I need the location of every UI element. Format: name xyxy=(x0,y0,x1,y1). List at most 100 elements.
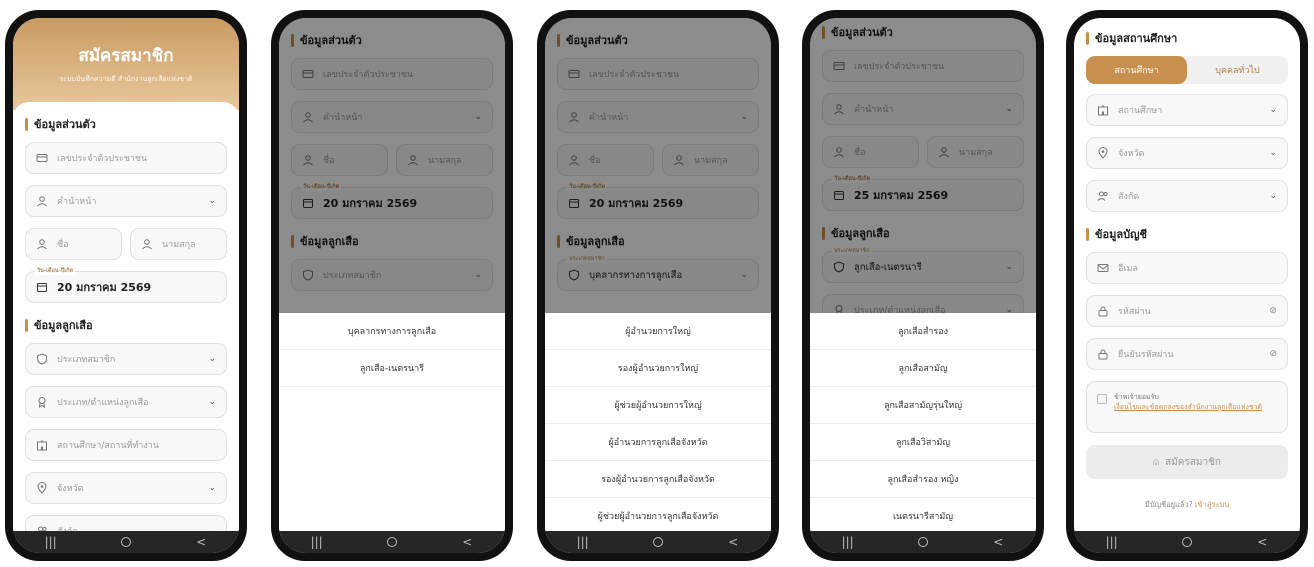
login-link[interactable]: เข้าสู่ระบบ xyxy=(1195,500,1229,509)
android-nav-bar: ||| < xyxy=(279,531,505,553)
back-button[interactable]: < xyxy=(447,535,487,549)
eye-off-icon[interactable]: ⊘ xyxy=(1269,306,1277,316)
option-item[interactable]: ลูกเสือสามัญรุ่นใหญ่ xyxy=(810,387,1036,424)
home-button[interactable] xyxy=(903,537,943,547)
shield-icon xyxy=(36,353,48,365)
recents-button[interactable]: ||| xyxy=(1092,535,1132,549)
option-item[interactable]: ผู้ช่วยผู้อำนวยการใหญ่ xyxy=(545,387,771,424)
option-item[interactable]: ลูกเสือสามัญ xyxy=(810,350,1036,387)
chevron-down-icon: ⌄ xyxy=(1269,148,1277,158)
recents-button[interactable]: ||| xyxy=(828,535,868,549)
email-input[interactable]: อีเมล xyxy=(1086,252,1288,284)
location-icon xyxy=(1097,147,1109,159)
tab-school[interactable]: สถานศึกษา xyxy=(1086,56,1187,84)
option-item[interactable]: ลูกเสือสำรอง หญิง xyxy=(810,461,1036,498)
accept-terms-checkbox[interactable] xyxy=(1097,394,1107,404)
back-button[interactable]: < xyxy=(181,535,221,549)
form-card: ข้อมูลส่วนตัว เลขประจำตัวประชาชน คำนำหน้… xyxy=(13,102,239,547)
chevron-down-icon: ⌄ xyxy=(1269,105,1277,115)
section-scout: ข้อมูลลูกเสือ xyxy=(25,316,227,334)
android-nav-bar: ||| < xyxy=(1074,531,1300,553)
member-type-select[interactable]: ประเภทสมาชิก ⌄ xyxy=(25,343,227,375)
screen: สมัครสมาชิก ระบบบันทึกความดี สำนักงานลูก… xyxy=(13,18,239,553)
option-item[interactable]: รองผู้อำนวยการใหญ่ xyxy=(545,350,771,387)
member-type-options-sheet: บุคลากรทางการลูกเสือ ลูกเสือ-เนตรนารี xyxy=(279,313,505,531)
citizen-id-input[interactable]: เลขประจำตัวประชาชน xyxy=(25,142,227,174)
prefix-select[interactable]: คำนำหน้า ⌄ xyxy=(25,185,227,217)
back-button[interactable]: < xyxy=(1242,535,1282,549)
phone-scout-type-sheet: ข้อมูลส่วนตัว เลขประจำตัวประชาชน คำนำหน้… xyxy=(802,10,1044,561)
screen: ข้อมูลส่วนตัว เลขประจำตัวประชาชน คำนำหน้… xyxy=(810,18,1036,553)
option-item[interactable]: ลูกเสือสำรอง xyxy=(810,313,1036,350)
section-account: ข้อมูลบัญชี xyxy=(1086,225,1288,243)
login-prompt: มีบัญชีอยู่แล้ว? เข้าสู่ระบบ xyxy=(1144,500,1230,509)
tab-general-person[interactable]: บุคคลทั่วไป xyxy=(1187,56,1288,84)
birthdate-picker[interactable]: วัน-เดือน-ปีเกิด 20 มกราคม 2569 xyxy=(25,267,227,303)
terms-link[interactable]: เงื่อนไขและข้อตกลงของสำนักงานลูกเสือแห่ง… xyxy=(1114,403,1262,413)
school-select[interactable]: สถานศึกษา ⌄ xyxy=(1086,94,1288,126)
recents-button[interactable]: ||| xyxy=(563,535,603,549)
institution-type-toggle: สถานศึกษา บุคคลทั่วไป xyxy=(1086,56,1288,84)
chevron-down-icon: ⌄ xyxy=(208,196,216,206)
option-item[interactable]: ลูกเสือ-เนตรนารี xyxy=(279,350,505,387)
scout-position-select[interactable]: ประเภท/ตำแหน่งลูกเสือ ⌄ xyxy=(25,386,227,418)
option-item[interactable]: ผู้ช่วยผู้อำนวยการลูกเสือจังหวัด xyxy=(545,498,771,535)
option-item[interactable]: เนตรนารีสามัญ xyxy=(810,498,1036,535)
chevron-down-icon: ⌄ xyxy=(208,397,216,407)
recents-button[interactable]: ||| xyxy=(297,535,337,549)
position-options-sheet: ผู้อำนวยการใหญ่ รองผู้อำนวยการใหญ่ ผู้ช่… xyxy=(545,313,771,535)
user-icon xyxy=(141,238,153,250)
eye-off-icon[interactable]: ⊘ xyxy=(1269,349,1277,359)
last-name-input[interactable]: นามสกุล xyxy=(130,228,227,260)
scout-type-options-sheet: ลูกเสือสำรอง ลูกเสือสามัญ ลูกเสือสามัญรุ… xyxy=(810,313,1036,535)
home-button[interactable] xyxy=(106,537,146,547)
chevron-down-icon: ⌄ xyxy=(208,354,216,364)
terms-box: ข้าพเจ้ายอมรับ เงื่อนไขและข้อตกลงของสำนั… xyxy=(1086,381,1288,433)
back-button[interactable]: < xyxy=(713,535,753,549)
android-nav-bar: ||| < xyxy=(545,531,771,553)
phone-account-form: ข้อมูลสถานศึกษา สถานศึกษา บุคคลทั่วไป สถ… xyxy=(1066,10,1308,561)
mail-icon xyxy=(1097,262,1109,274)
section-personal: ข้อมูลส่วนตัว xyxy=(25,115,227,133)
home-button[interactable] xyxy=(1167,537,1207,547)
chevron-down-icon: ⌄ xyxy=(1269,191,1277,201)
option-item[interactable]: ผู้อำนวยการใหญ่ xyxy=(545,313,771,350)
option-item[interactable]: รองผู้อำนวยการลูกเสือจังหวัด xyxy=(545,461,771,498)
province-select[interactable]: จังหวัด ⌄ xyxy=(25,472,227,504)
android-nav-bar: ||| < xyxy=(13,531,239,553)
page-title: สมัครสมาชิก xyxy=(78,46,174,66)
option-item[interactable]: ผู้อำนวยการลูกเสือจังหวัด xyxy=(545,424,771,461)
screen: ข้อมูลส่วนตัว เลขประจำตัวประชาชน คำนำหน้… xyxy=(545,18,771,553)
lock-icon xyxy=(1097,348,1109,360)
modal-overlay[interactable] xyxy=(810,18,1036,313)
calendar-icon xyxy=(36,281,48,293)
section-school: ข้อมูลสถานศึกษา xyxy=(1086,29,1288,47)
group-icon xyxy=(1097,190,1109,202)
modal-overlay[interactable] xyxy=(545,18,771,313)
first-name-input[interactable]: ชื่อ xyxy=(25,228,122,260)
recents-button[interactable]: ||| xyxy=(31,535,71,549)
chevron-down-icon: ⌄ xyxy=(208,483,216,493)
building-icon xyxy=(1097,104,1109,116)
page-subtitle: ระบบบันทึกความดี สำนักงานลูกเสือแห่งชาติ xyxy=(59,75,193,83)
modal-overlay[interactable] xyxy=(279,18,505,313)
phone-personnel-position-sheet: ข้อมูลส่วนตัว เลขประจำตัวประชาชน คำนำหน้… xyxy=(537,10,779,561)
confirm-password-input[interactable]: ยืนยันรหัสผ่าน ⊘ xyxy=(1086,338,1288,370)
affiliation-select[interactable]: สังกัด ⌄ xyxy=(1086,180,1288,212)
lock-icon xyxy=(1097,305,1109,317)
user-icon xyxy=(36,238,48,250)
back-button[interactable]: < xyxy=(978,535,1018,549)
home-button[interactable] xyxy=(372,537,412,547)
phone-register-form: สมัครสมาชิก ระบบบันทึกความดี สำนักงานลูก… xyxy=(5,10,247,561)
password-input[interactable]: รหัสผ่าน ⊘ xyxy=(1086,295,1288,327)
register-button[interactable]: ⍝ สมัครสมาชิก xyxy=(1086,445,1288,479)
option-item[interactable]: บุคลากรทางการลูกเสือ xyxy=(279,313,505,350)
badge-icon xyxy=(36,396,48,408)
phone-member-type-sheet: ข้อมูลส่วนตัว เลขประจำตัวประชาชน คำนำหน้… xyxy=(271,10,513,561)
user-icon xyxy=(36,195,48,207)
screen: ข้อมูลสถานศึกษา สถานศึกษา บุคคลทั่วไป สถ… xyxy=(1074,18,1300,553)
province-select[interactable]: จังหวัด ⌄ xyxy=(1086,137,1288,169)
option-item[interactable]: ลูกเสือวิสามัญ xyxy=(810,424,1036,461)
workplace-input[interactable]: สถานศึกษา/สถานที่ทำงาน xyxy=(25,429,227,461)
home-button[interactable] xyxy=(638,537,678,547)
